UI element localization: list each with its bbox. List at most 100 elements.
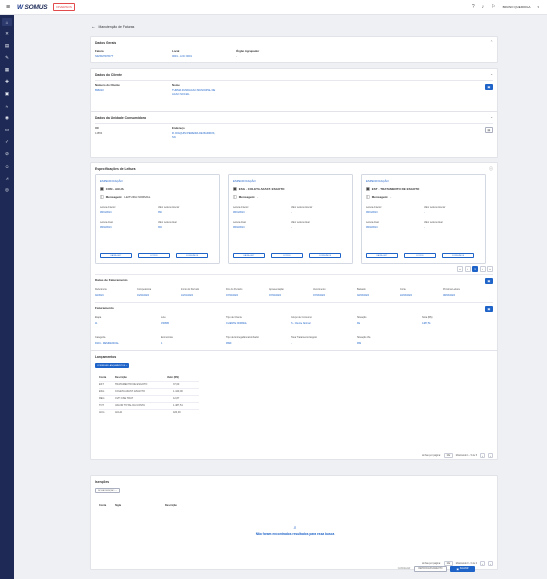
bell-icon[interactable]: ⚐ <box>491 4 495 10</box>
table-row[interactable]: TOT VALOR TOTAL DA CONTA 1.487,51 <box>99 401 199 409</box>
home-icon[interactable]: ⌂ <box>2 18 12 26</box>
dados-uc-card: Dados da Unidade Consumidora ⌄ UC 14853 … <box>90 111 498 158</box>
fotos-button[interactable]: FOTOS <box>138 253 170 258</box>
fotos-button[interactable]: FOTOS <box>404 253 436 258</box>
calendar-icon[interactable]: ✎ <box>2 54 12 62</box>
environment-badge: DIVERSOS <box>53 3 75 11</box>
cancel-button[interactable]: CANCELAR <box>396 566 412 572</box>
edit-datas-button[interactable]: ▣ <box>485 278 493 284</box>
save-button[interactable]: ▣ SALVAR <box>450 566 475 572</box>
empty-message: Não foram encontrados resultados para es… <box>255 532 335 536</box>
value: 08/02/2024 <box>233 227 245 229</box>
table-row[interactable]: EST TRATAMENTO DE ESGOTO 37,60 <box>99 380 199 388</box>
label: Leitura Atual <box>100 222 113 224</box>
field-fatura: Fatura S02SM7D7D7T <box>95 49 114 58</box>
table-row[interactable]: ACG AGUA 420,00 <box>99 408 199 416</box>
col-proxima-leitura: Próxima Leitura 08/03/2024 <box>443 288 460 297</box>
spec-message: ◫ Mensagem: LEITURA NORMAL <box>100 194 151 199</box>
grid-icon[interactable]: ▦ <box>2 66 12 74</box>
card-title: Lançamentos <box>95 355 117 359</box>
page-1-button[interactable]: 1 <box>472 266 478 272</box>
chevron-down-icon[interactable]: ⌄ <box>490 72 493 76</box>
view-uc-button[interactable]: ▤ <box>485 127 493 133</box>
label: Valor Leitura Anterior <box>158 207 180 209</box>
hamburger-menu-icon[interactable]: ≡ <box>3 0 13 15</box>
page-header: ← Manutenção de Faturas <box>91 24 134 29</box>
message-icon: ◫ <box>100 194 104 199</box>
prev-page-button[interactable]: ‹ <box>480 561 485 566</box>
document-icon[interactable]: ▣ <box>2 90 12 98</box>
fotos-button[interactable]: FOTOS <box>271 253 303 258</box>
tools-icon[interactable]: ✕ <box>2 30 12 38</box>
faixa-leit-button[interactable]: FAIXA LEIT <box>233 253 265 258</box>
table-header-row: Conta Descrição Valor (R$) <box>99 374 199 381</box>
card-title: Especificações de Leitura <box>95 167 136 171</box>
edit-client-button[interactable]: ▣ <box>485 84 493 90</box>
box-icon[interactable]: ▭ <box>2 126 12 134</box>
spec-card-esgoto-coleta: ESPECIFICAÇÃO ▣ ESG - COLETA AFAST. ESGOT… <box>228 174 353 264</box>
faixa-leit-button[interactable]: FAIXA LEIT <box>366 253 398 258</box>
corrigir-lancamentos-button[interactable]: CORRIGIR LANÇAMENTOS + <box>95 363 130 368</box>
treatment-icon: ▣ <box>366 186 370 191</box>
label: Valor Leitura Anterior <box>424 207 446 209</box>
chevron-up-icon[interactable]: ⌃ <box>490 40 493 44</box>
edit-icon[interactable]: ⊘ <box>2 150 12 158</box>
prev-page-button[interactable]: ‹ <box>480 453 485 458</box>
settings-icon[interactable]: ✓ <box>2 138 12 146</box>
col-lote: Lote 150865 <box>161 316 169 325</box>
consumos-button[interactable]: CONSUMOS <box>442 253 474 258</box>
faixa-leit-button[interactable]: FAIXA LEIT <box>100 253 132 258</box>
spec-title: ▣ ESG - COLETA AFAST. ESGOTO <box>233 186 285 191</box>
notifications-icon[interactable]: ♪ <box>482 4 485 10</box>
value: 08/02/2024 <box>100 227 112 229</box>
info-icon[interactable]: ⓘ <box>489 166 493 172</box>
table-row[interactable]: REG CVH CSE TRAT 12,87 <box>99 394 199 402</box>
reprocess-button[interactable]: REPROCESSAMENTO <box>414 566 447 572</box>
first-page-button[interactable]: « <box>457 266 463 272</box>
app-logo[interactable]: W SOMUS <box>17 4 48 11</box>
consumos-button[interactable]: CONSUMOS <box>309 253 341 258</box>
user-name[interactable]: BRUNO QUEIROGA <box>503 5 531 9</box>
isencoes-card: Isenções NOVA ISENÇÃO + Conta Sigla Descr… <box>90 475 498 570</box>
col-inicio-periodo: Início do Período 10/01/2024 <box>181 288 200 297</box>
next-page-button[interactable]: › <box>479 266 486 272</box>
spec-pager: « ‹ 1 › » <box>457 266 493 272</box>
list-icon[interactable]: ▤ <box>2 42 12 50</box>
isencoes-table: Conta Sigla Descrição <box>99 502 199 509</box>
person-icon[interactable]: ☺ <box>2 162 12 170</box>
lancamentos-card: Lançamentos CORRIGIR LANÇAMENTOS + Conta … <box>90 350 498 460</box>
spec-card-esgoto-tratamento: ESPECIFICAÇÃO ▣ EST - TRATAMENTO DE ESGOT… <box>361 174 486 264</box>
col-header-valor: Valor (R$) <box>167 375 179 379</box>
next-page-button[interactable]: › <box>488 561 493 566</box>
divider <box>95 274 493 275</box>
main-content: ← Manutenção de Faturas Dados Gerais ⌃ F… <box>14 15 547 579</box>
graph-icon[interactable]: ⩘ <box>2 174 12 182</box>
per-page-select[interactable]: 10 ▾ <box>443 453 453 458</box>
spec-message: ◫ Mensagem: - <box>366 194 392 199</box>
nova-isencao-button[interactable]: NOVA ISENÇÃO + <box>95 488 120 493</box>
lancamentos-pagination: Linhas por página: 10 ▾ Mostrando 1 - 5 d… <box>422 453 493 458</box>
field-numero-cliente: Número do Cliente 896010 <box>95 83 120 92</box>
value: - <box>424 212 425 214</box>
value: - <box>424 227 425 229</box>
spec-header: ESPECIFICAÇÃO <box>366 179 389 183</box>
consumos-button[interactable]: CONSUMOS <box>176 253 208 258</box>
table-row[interactable]: ESG COLETA AFAST. ESGOTO 1.440,00 <box>99 387 199 395</box>
edit-faturamento-button[interactable]: ▣ <box>485 306 493 312</box>
alert-icon[interactable]: ◉ <box>2 114 12 122</box>
page-title: Manutenção de Faturas <box>98 24 135 29</box>
next-page-button[interactable]: › <box>488 453 493 458</box>
tag-icon[interactable]: ✚ <box>2 78 12 86</box>
help-icon[interactable]: ? <box>472 4 475 10</box>
chart-icon[interactable]: ≈ <box>2 102 12 110</box>
value: - <box>291 227 292 229</box>
back-arrow-icon[interactable]: ← <box>91 24 96 29</box>
spec-title: ▣ CON - AGUA <box>100 186 124 191</box>
prev-page-button[interactable]: ‹ <box>464 266 471 272</box>
pipe-icon: ▣ <box>233 186 237 191</box>
chevron-down-icon[interactable]: ▾ <box>537 5 539 9</box>
chevron-down-icon[interactable]: ⌄ <box>490 115 493 119</box>
last-page-button[interactable]: » <box>487 266 493 272</box>
spec-header: ESPECIFICAÇÃO <box>100 179 123 183</box>
circle-icon[interactable]: ◎ <box>2 186 12 194</box>
